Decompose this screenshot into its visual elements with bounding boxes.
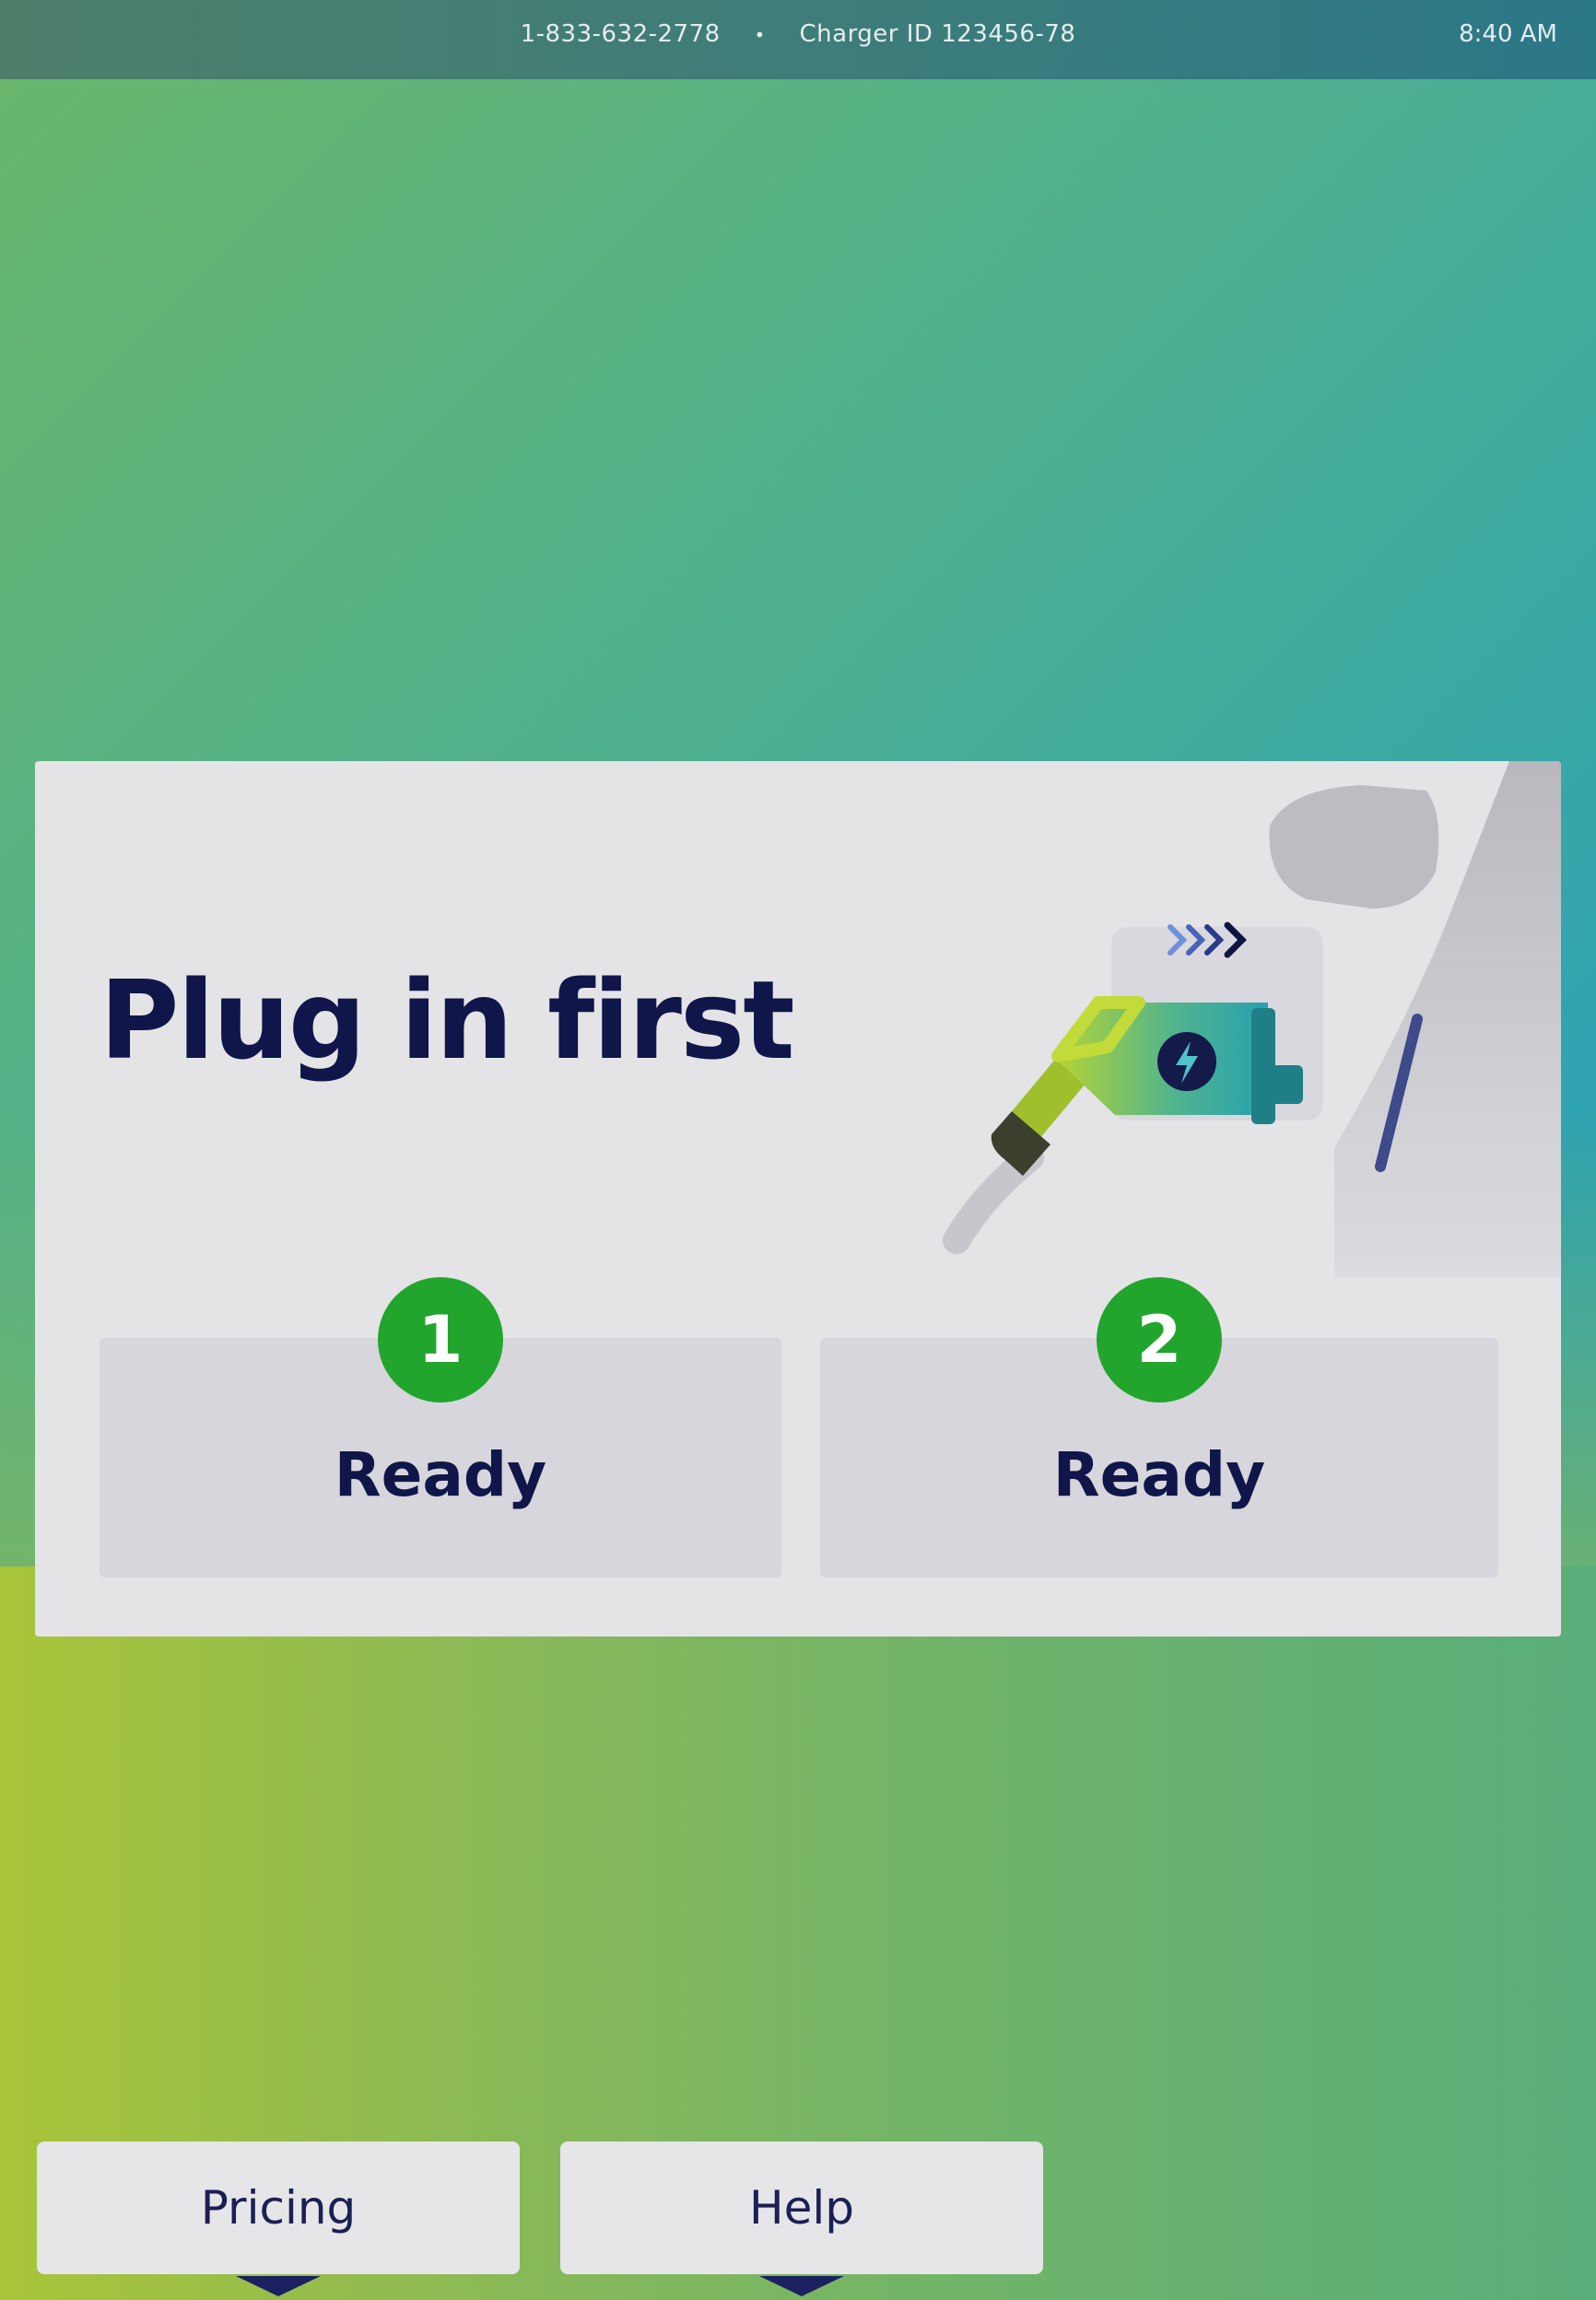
caret-down-icon [759,2276,844,2296]
connector-2-panel[interactable]: 2 Ready [820,1277,1498,1578]
clock: 8:40 AM [1459,20,1557,48]
pricing-button[interactable]: Pricing [37,2142,520,2296]
support-phone: 1-833-632-2778 [520,20,721,48]
help-label: Help [749,2181,854,2235]
page-title: Plug in first [100,956,795,1084]
help-button[interactable]: Help [560,2142,1043,2296]
caret-down-icon [236,2276,321,2296]
status-bar: 1-833-632-2778 • Charger ID 123456-78 8:… [0,0,1596,79]
plug-in-card: Plug in first 1 Ready 2 Ready [35,761,1561,1637]
ev-charger-plug-icon [943,761,1561,1277]
connector-2-badge: 2 [1097,1277,1222,1402]
status-info: 1-833-632-2778 • Charger ID 123456-78 [0,20,1596,48]
connector-2-status: Ready [1052,1439,1266,1510]
charger-id: Charger ID 123456-78 [799,20,1076,48]
separator-dot: • [754,23,766,46]
connector-1-panel[interactable]: 1 Ready [100,1277,781,1578]
connector-1-status: Ready [334,1439,547,1510]
pricing-label: Pricing [200,2181,357,2235]
connector-1-badge: 1 [378,1277,503,1402]
